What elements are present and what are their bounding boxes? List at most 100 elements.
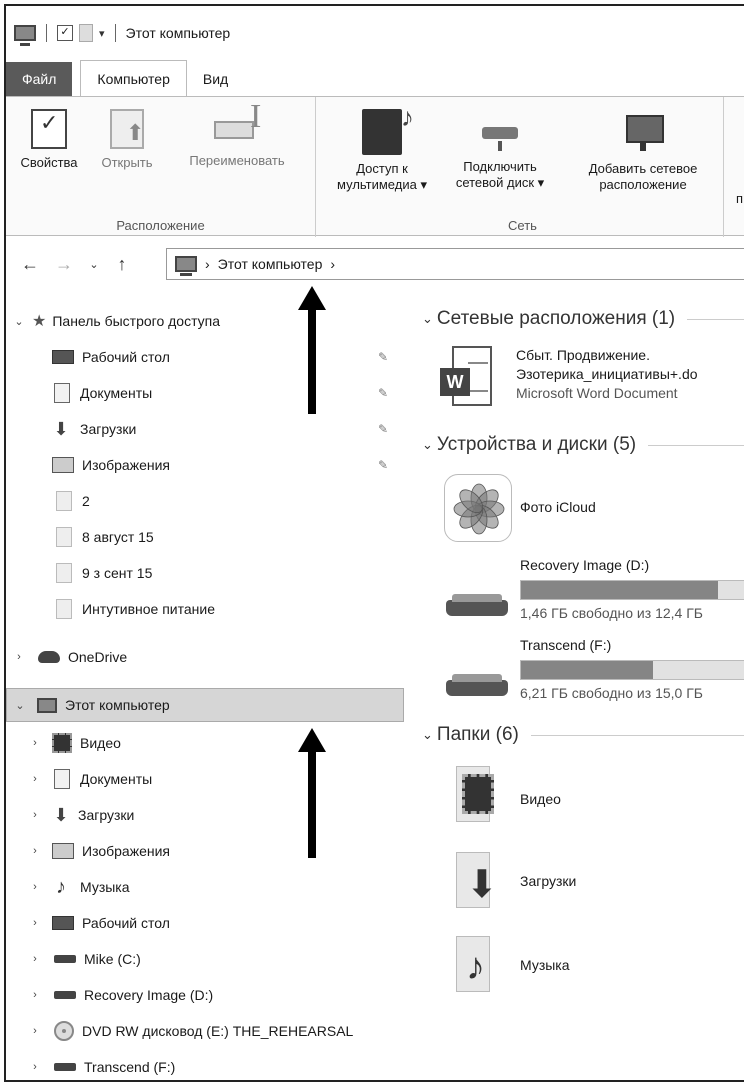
expand-chevron-icon[interactable]: › <box>28 737 42 749</box>
tab-file[interactable]: Файл <box>6 62 73 96</box>
section-folders[interactable]: ⌄ Папки (6) <box>422 720 744 750</box>
nav-quick-folder[interactable]: 2 <box>6 484 404 518</box>
section-title: Папки (6) <box>436 724 519 745</box>
nav-pc-downloads[interactable]: › ⬇ Загрузки <box>6 798 404 832</box>
nav-quick-folder[interactable]: 8 август 15 <box>6 520 404 554</box>
address-separator[interactable]: › <box>330 256 335 272</box>
collapse-chevron-icon[interactable]: ⌄ <box>422 437 433 453</box>
nav-pc-pictures[interactable]: › Изображения <box>6 834 404 868</box>
folder-item-video[interactable]: Видео <box>520 790 561 809</box>
folder-item-downloads[interactable]: Загрузки <box>520 872 576 891</box>
tab-view[interactable]: Вид <box>187 62 244 96</box>
nav-quick-desktop[interactable]: Рабочий стол ✎ <box>6 340 404 374</box>
computer-icon <box>14 25 36 46</box>
properties-quick-icon[interactable]: ✓ <box>57 25 73 41</box>
address-separator[interactable]: › <box>205 256 210 272</box>
properties-button[interactable]: Свойства <box>12 103 86 171</box>
properties-label: Свойства <box>20 155 78 170</box>
nav-quick-access[interactable]: ⌄ ★ Панель быстрого доступа <box>6 304 404 338</box>
nav-this-pc[interactable]: ⌄ Этот компьютер <box>6 688 404 722</box>
expand-chevron-icon[interactable]: › <box>28 917 42 929</box>
section-network-locations[interactable]: ⌄ Сетевые расположения (1) <box>422 304 744 334</box>
address-bar[interactable]: › Этот компьютер › <box>166 248 744 280</box>
music-note-icon: ♪ <box>466 946 485 988</box>
nav-pc-documents[interactable]: › Документы <box>6 762 404 796</box>
ribbon: Свойства Открыть Переименовать Расположе… <box>6 96 744 237</box>
pin-icon[interactable]: ✎ <box>378 422 388 436</box>
forward-button[interactable]: → <box>52 254 76 275</box>
expand-chevron-icon[interactable]: › <box>12 651 26 663</box>
back-button[interactable]: ← <box>18 254 42 275</box>
expand-chevron-icon[interactable]: › <box>28 953 42 965</box>
window-title: Этот компьютер <box>125 25 231 41</box>
recent-locations-button[interactable]: ⌄ <box>82 258 106 271</box>
video-icon <box>52 733 72 753</box>
expand-chevron-icon[interactable]: › <box>28 881 42 893</box>
nav-label: Документы <box>80 385 153 401</box>
cut-off-ribbon-label[interactable]: п <box>736 191 743 206</box>
section-devices[interactable]: ⌄ Устройства и диски (5) <box>422 430 744 460</box>
star-icon: ★ <box>32 313 47 330</box>
icloud-photos-item[interactable]: Фото iCloud <box>520 498 596 517</box>
nav-label: Recovery Image (D:) <box>84 987 214 1003</box>
network-drive-icon <box>474 109 526 153</box>
nav-pc-drive-e[interactable]: › DVD RW дисковод (E:) THE_REHEARSAL <box>6 1014 404 1048</box>
file-name-line: Сбыт. Продвижение. <box>516 347 650 363</box>
expand-chevron-icon[interactable]: › <box>28 989 42 1001</box>
collapse-chevron-icon[interactable]: ⌄ <box>422 311 433 327</box>
pin-icon[interactable]: ✎ <box>378 386 388 400</box>
nav-quick-documents[interactable]: Документы ✎ <box>6 376 404 410</box>
pin-icon[interactable]: ✎ <box>378 350 388 364</box>
expand-chevron-icon[interactable]: › <box>28 1025 42 1037</box>
rename-button[interactable]: Переименовать <box>172 103 302 169</box>
nav-quick-folder[interactable]: Интутивное питание <box>6 592 404 626</box>
nav-onedrive[interactable]: › OneDrive <box>6 640 404 674</box>
ribbon-group-network: Доступ к мультимедиа ▾ Подключить сетево… <box>322 97 724 237</box>
open-button[interactable]: Открыть <box>92 103 162 171</box>
drive-icon <box>54 991 76 999</box>
network-file-item[interactable]: Сбыт. Продвижение. Эзотерика_инициативы+… <box>516 346 698 403</box>
expand-chevron-icon[interactable]: ⌄ <box>12 315 26 328</box>
desktop-icon <box>52 916 74 930</box>
drive-d-name[interactable]: Recovery Image (D:) <box>520 556 649 575</box>
expand-chevron-icon[interactable]: › <box>28 1061 42 1073</box>
nav-pc-desktop[interactable]: › Рабочий стол <box>6 906 404 940</box>
collapse-chevron-icon[interactable]: ⌄ <box>422 727 433 743</box>
pin-icon[interactable]: ✎ <box>378 458 388 472</box>
nav-pc-drive-d[interactable]: › Recovery Image (D:) <box>6 978 404 1012</box>
tab-computer[interactable]: Компьютер <box>80 60 187 96</box>
expand-chevron-icon[interactable]: › <box>28 845 42 857</box>
nav-quick-downloads[interactable]: ⬇ Загрузки ✎ <box>6 412 404 446</box>
nav-label: Transcend (F:) <box>84 1059 176 1075</box>
nav-pc-drive-c[interactable]: › Mike (C:) <box>6 942 404 976</box>
nav-label: Mike (C:) <box>84 951 141 967</box>
nav-quick-pictures[interactable]: Изображения ✎ <box>6 448 404 482</box>
customize-toolbar-icon[interactable]: ▾ <box>99 27 105 40</box>
nav-quick-folder[interactable]: 9 з сент 15 <box>6 556 404 590</box>
media-access-button[interactable]: Доступ к мультимедиа ▾ <box>324 103 440 193</box>
address-crumb-this-pc[interactable]: Этот компьютер <box>218 256 323 272</box>
drive-f-usage-fill <box>521 661 654 679</box>
music-icon: ♪ <box>56 875 66 898</box>
drive-icon <box>54 1063 76 1071</box>
up-button[interactable]: ↑ <box>110 254 134 275</box>
expand-chevron-icon[interactable]: › <box>28 773 42 785</box>
folder-item-music[interactable]: Музыка <box>520 956 570 975</box>
drive-f-name[interactable]: Transcend (F:) <box>520 636 611 655</box>
map-network-drive-button[interactable]: Подключить сетевой диск ▾ <box>442 103 558 191</box>
nav-pc-video[interactable]: › Видео <box>6 726 404 760</box>
section-title: Устройства и диски (5) <box>436 434 637 455</box>
expand-chevron-icon[interactable]: › <box>28 809 42 821</box>
group-label-network: Сеть <box>508 218 537 233</box>
add-network-location-button[interactable]: Добавить сетевое расположение <box>568 103 718 193</box>
drive-d-usage-bar <box>520 580 744 600</box>
new-folder-quick-icon[interactable] <box>79 24 93 42</box>
downloads-icon: ⬇ <box>53 418 69 439</box>
expand-chevron-icon[interactable]: ⌄ <box>13 699 27 712</box>
annotation-arrow-up <box>298 286 326 414</box>
properties-icon <box>31 109 67 149</box>
network-drive-label-1: Подключить <box>463 159 537 174</box>
media-access-label-2: мультимедиа ▾ <box>337 177 427 192</box>
nav-pc-drive-f[interactable]: › Transcend (F:) <box>6 1050 404 1080</box>
nav-pc-music[interactable]: › ♪ Музыка <box>6 870 404 904</box>
